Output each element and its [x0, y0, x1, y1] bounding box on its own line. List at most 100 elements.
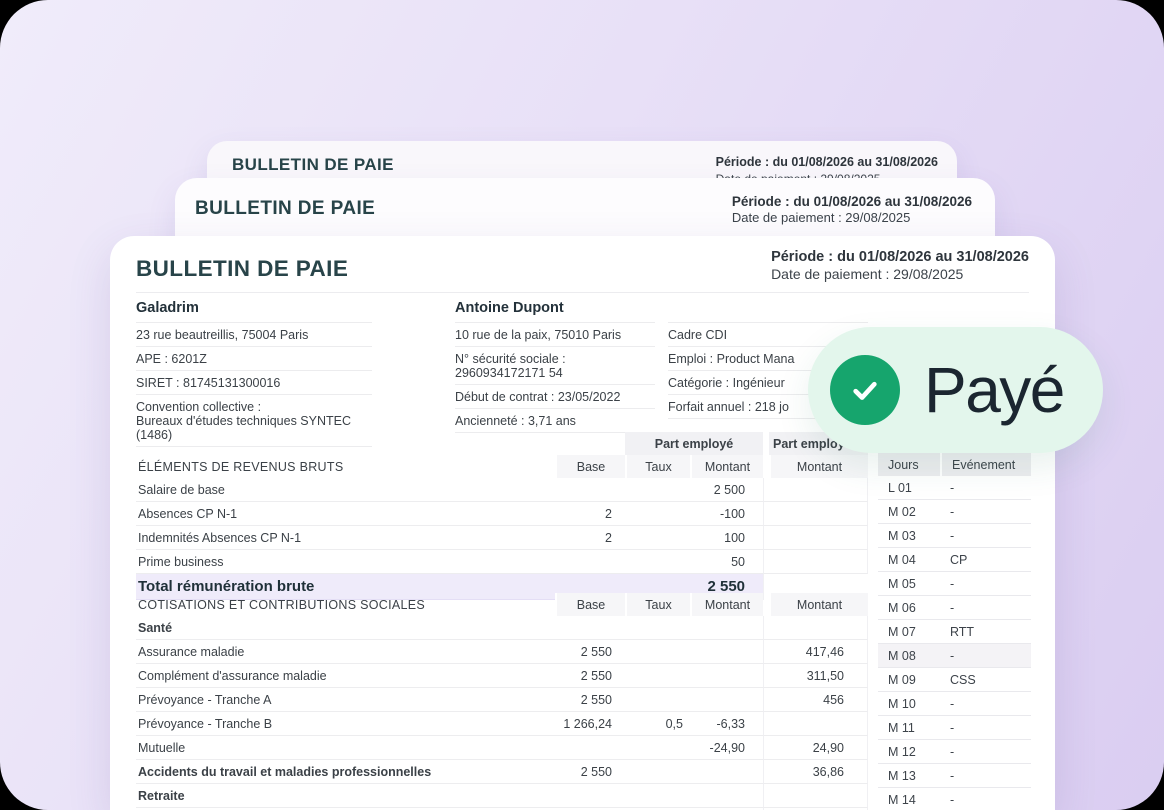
row-taux [625, 688, 690, 712]
row-label: Retraite [136, 784, 555, 808]
employee-info-row: Début de contrat : 23/05/2022 [455, 385, 655, 409]
calendar-event: - [940, 692, 1031, 716]
lavender-background-panel: BULLETIN DE PAIE Période : du 01/08/2026… [0, 0, 1164, 810]
row-montant [690, 688, 763, 712]
calendar-day: M 09 [878, 668, 940, 692]
employee-info-row: N° sécurité sociale : 2960934172171 54 [455, 347, 655, 385]
calendar-event: - [940, 644, 1031, 668]
row-taux [625, 640, 690, 664]
table-row: Complément d'assurance maladie 2 550 311… [136, 664, 868, 688]
row-base [555, 616, 625, 640]
row-label: Absences CP N-1 [136, 502, 555, 526]
row-label: Prime business [136, 550, 555, 574]
row-taux [625, 760, 690, 784]
row-base [555, 478, 625, 502]
calendar-day: M 05 [878, 572, 940, 596]
period-text: Période : du 01/08/2026 au 31/08/2026 [732, 193, 972, 210]
calendar-row: M 09 CSS [878, 668, 1031, 692]
calendar-row: M 10 - [878, 692, 1031, 716]
calendar-day: M 12 [878, 740, 940, 764]
employee-info-row: 10 rue de la paix, 75010 Paris [455, 323, 655, 347]
table-row: Retraite [136, 784, 868, 808]
calendar-event: - [940, 716, 1031, 740]
column-header-row: COTISATIONS ET CONTRIBUTIONS SOCIALES Ba… [136, 593, 868, 616]
calendar-event: - [940, 524, 1031, 548]
row-label: Santé [136, 616, 555, 640]
employee-info-rows: 10 rue de la paix, 75010 ParisN° sécurit… [455, 323, 655, 433]
calendar-event: - [940, 476, 1031, 500]
employer-info-column: Galadrim 23 rue beautreillis, 75004 Pari… [136, 300, 372, 447]
row-montant-employer: 311,50 [769, 664, 868, 688]
employer-info-rows: 23 rue beautreillis, 75004 ParisAPE : 62… [136, 323, 372, 447]
calendar-header-row: Jours Evénement [878, 453, 1031, 476]
page-title: BULLETIN DE PAIE [136, 256, 348, 282]
row-label: Indemnités Absences CP N-1 [136, 526, 555, 550]
calendar-row: M 03 - [878, 524, 1031, 548]
row-taux [625, 550, 690, 574]
gross-section-label: ÉLÉMENTS DE REVENUS BRUTS [136, 455, 555, 478]
check-icon [844, 369, 886, 411]
calendar-row: M 05 - [878, 572, 1031, 596]
col-taux: Taux [625, 593, 690, 616]
calendar-day: M 13 [878, 764, 940, 788]
table-row: Prime business 50 [136, 550, 868, 574]
table-row: Prévoyance - Tranche B 1 266,24 0,5 -6,3… [136, 712, 868, 736]
row-montant-employer [769, 550, 868, 574]
table-row: Prévoyance - Tranche A 2 550 456 [136, 688, 868, 712]
check-circle [830, 355, 900, 425]
contributions-section-label: COTISATIONS ET CONTRIBUTIONS SOCIALES [136, 593, 555, 616]
row-base [555, 736, 625, 760]
calendar-day: M 14 [878, 788, 940, 810]
col-evenement: Evénement [940, 453, 1031, 476]
calendar-event: - [940, 596, 1031, 620]
row-taux [625, 502, 690, 526]
calendar-day: M 06 [878, 596, 940, 620]
calendar-row: L 01 - [878, 476, 1031, 500]
row-montant-employer: 36,86 [769, 760, 868, 784]
calendar-day: M 10 [878, 692, 940, 716]
calendar-row: M 13 - [878, 764, 1031, 788]
employee-info-row: Ancienneté : 3,71 ans [455, 409, 655, 433]
col-montant: Montant [690, 455, 763, 478]
row-montant [690, 616, 763, 640]
row-montant: -24,90 [690, 736, 763, 760]
period-block: Période : du 01/08/2026 au 31/08/2026 Da… [732, 193, 972, 226]
calendar-row: M 02 - [878, 500, 1031, 524]
row-montant-employer [769, 784, 868, 808]
row-taux [625, 784, 690, 808]
page-title: BULLETIN DE PAIE [195, 198, 375, 220]
calendar-day: M 03 [878, 524, 940, 548]
col-taux: Taux [625, 455, 690, 478]
table-row: Santé [136, 616, 868, 640]
row-base [555, 550, 625, 574]
row-montant-employer: 456 [769, 688, 868, 712]
row-montant-employer [769, 712, 868, 736]
row-taux [625, 478, 690, 502]
calendar-day: M 02 [878, 500, 940, 524]
column-header-row: ÉLÉMENTS DE REVENUS BRUTS Base Taux Mont… [136, 455, 868, 478]
period-block: Période : du 01/08/2026 au 31/08/2026 Da… [771, 249, 1029, 282]
row-montant [690, 760, 763, 784]
row-base [555, 784, 625, 808]
row-montant-employer [769, 526, 868, 550]
calendar-event: CSS [940, 668, 1031, 692]
row-label: Assurance maladie [136, 640, 555, 664]
calendar-event: - [940, 764, 1031, 788]
row-taux: 0,5 [625, 712, 690, 736]
table-row: Indemnités Absences CP N-1 2 100 [136, 526, 868, 550]
row-base: 2 [555, 502, 625, 526]
row-label: Prévoyance - Tranche A [136, 688, 555, 712]
table-row: Accidents du travail et maladies profess… [136, 760, 868, 784]
payslip-card-main: BULLETIN DE PAIE Période : du 01/08/2026… [110, 236, 1055, 810]
row-taux [625, 616, 690, 640]
calendar-day: M 08 [878, 644, 940, 668]
row-montant-employer [769, 478, 868, 502]
calendar-row: M 11 - [878, 716, 1031, 740]
row-base: 2 550 [555, 688, 625, 712]
calendar-row: M 07 RTT [878, 620, 1031, 644]
row-taux [625, 664, 690, 688]
row-montant: -100 [690, 502, 763, 526]
row-label: Complément d'assurance maladie [136, 664, 555, 688]
period-text: Période : du 01/08/2026 au 31/08/2026 [716, 154, 938, 171]
calendar-event: - [940, 788, 1031, 810]
